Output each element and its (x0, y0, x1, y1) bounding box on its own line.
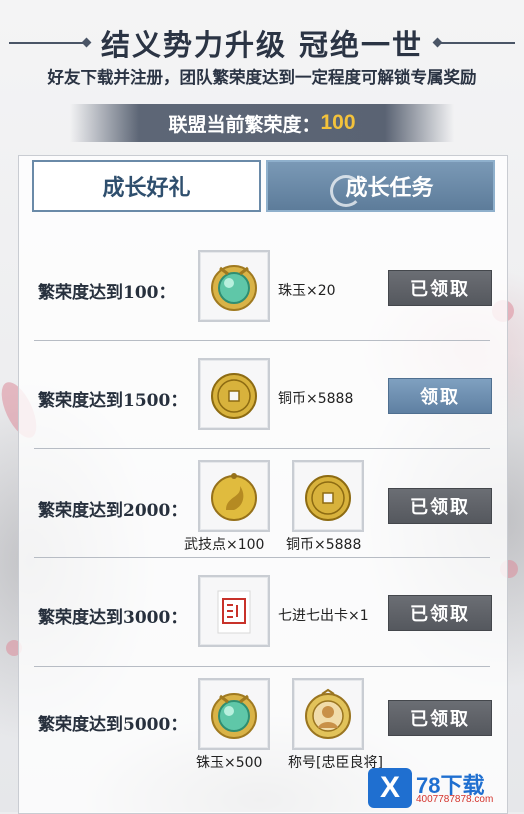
claimed-button[interactable]: 已领取 (388, 700, 492, 736)
reward-name: 铜币×5888 (286, 537, 362, 553)
task-row: 繁荣度达到100： 珠玉×20 已领取 (32, 236, 492, 342)
reward-slot[interactable] (198, 460, 270, 532)
reward-slot[interactable] (198, 358, 270, 430)
task-requirement: 繁荣度达到100： (38, 283, 176, 303)
task-requirement: 繁荣度达到1500： (38, 391, 188, 411)
page-title: 结义势力升级 冠绝一世 (100, 28, 424, 62)
task-row: 繁荣度达到1500： 铜币×5888 领取 (32, 344, 492, 450)
claimed-button[interactable]: 已领取 (388, 270, 492, 306)
loyal-minister-title-icon (305, 688, 351, 739)
reward-slot[interactable] (198, 678, 270, 750)
reward-name: 武技点×100 (184, 537, 265, 553)
watermark-url: 4007787878.com (416, 794, 494, 805)
reward-slot[interactable] (198, 575, 270, 647)
row-divider (34, 448, 490, 449)
prosperity-value: 100 (320, 111, 356, 134)
reward-slot[interactable] (292, 460, 364, 532)
prosperity-label: 联盟当前繁荣度： (168, 113, 321, 136)
alliance-prosperity-bar: 联盟当前繁荣度： 100 (70, 104, 454, 142)
row-divider (34, 340, 490, 341)
row-divider (34, 557, 490, 558)
reward-name: 铢玉×500 (196, 755, 263, 771)
reward-name: 珠玉×20 (278, 283, 336, 299)
copper-coin-icon (305, 475, 351, 521)
cloud-swirl-icon (330, 175, 362, 207)
claim-button[interactable]: 领取 (388, 378, 492, 414)
task-requirement: 繁荣度达到3000： (38, 608, 188, 628)
task-row: 繁荣度达到3000： 七进七出卡×1 已领取 (32, 561, 492, 667)
event-header: 结义势力升级 冠绝一世 好友下载并注册，团队繁荣度达到一定程度可解锁专属奖励 (0, 0, 524, 100)
jade-pearl-icon (211, 265, 257, 311)
title-ornament-left (8, 42, 87, 44)
watermark-mark: X (368, 768, 412, 808)
title-ornament-right (437, 42, 516, 44)
reward-name: 铜币×5888 (278, 391, 354, 407)
tab-label: 成长好礼 (102, 175, 191, 201)
task-requirement: 繁荣度达到5000： (38, 715, 188, 735)
reward-slot[interactable] (198, 250, 270, 322)
claimed-button[interactable]: 已领取 (388, 488, 492, 524)
task-row: 繁荣度达到2000： 武技点×100 铜币×5888 已领取 (32, 452, 492, 558)
tab-growth-gifts[interactable]: 成长好礼 (32, 160, 261, 212)
task-row: 繁荣度达到5000： 铢玉×500 称号[忠臣良将] 已领取 (32, 670, 492, 776)
martial-token-icon (211, 473, 257, 521)
jade-pearl-icon (211, 693, 257, 739)
row-divider (34, 666, 490, 667)
claimed-button[interactable]: 已领取 (388, 595, 492, 631)
copper-coin-icon (211, 373, 257, 419)
reward-name: 七进七出卡×1 (278, 608, 369, 624)
title-row: 结义势力升级 冠绝一世 (0, 22, 524, 64)
seal-card-icon (217, 590, 251, 634)
site-watermark-logo: X 78下载 4007787878.com (368, 768, 524, 812)
task-requirement: 繁荣度达到2000： (38, 501, 188, 521)
reward-slot[interactable] (292, 678, 364, 750)
tab-growth-tasks[interactable]: 成长任务 (266, 160, 495, 212)
page-subtitle: 好友下载并注册，团队繁荣度达到一定程度可解锁专属奖励 (47, 68, 477, 87)
